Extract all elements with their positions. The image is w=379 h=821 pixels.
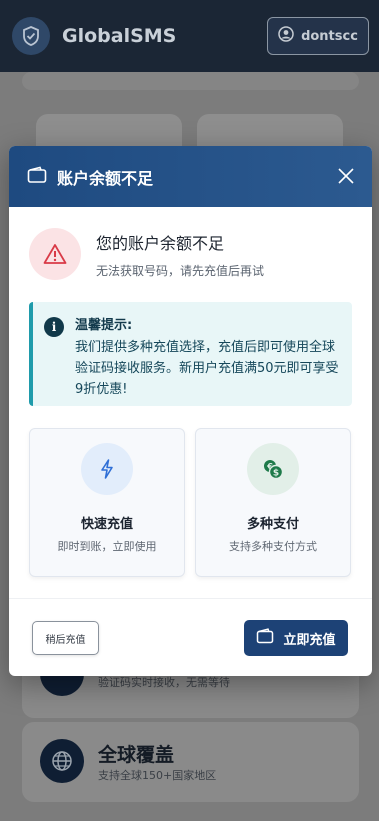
alert-title: 您的账户余额不足 [96, 233, 225, 253]
recharge-now-button[interactable]: 立即充值 [244, 620, 348, 656]
bg-feature-card-global: 全球覆盖 支持全球150+国家地区 [22, 722, 359, 802]
bg-feature-title: 全球覆盖 [98, 744, 175, 766]
user-menu-button[interactable]: dontscc [267, 17, 369, 55]
tip-body: 我们提供多种充值选择，充值后即可使用全球验证码接收服务。新用户充值满50元即可享… [75, 340, 339, 397]
user-circle-icon [278, 26, 294, 46]
feature-card-fast-recharge: 快速充值 即时到账，立即使用 [29, 428, 185, 577]
feature-subtitle: 支持多种支付方式 [229, 540, 317, 553]
feature-card-multi-payment: € $ 多种支付 支持多种支付方式 [195, 428, 351, 577]
globe-icon [40, 739, 84, 783]
lightning-icon [81, 443, 133, 495]
close-icon[interactable] [336, 166, 356, 186]
modal-title: 账户余额不足 [57, 168, 154, 188]
svg-text:$: $ [273, 469, 279, 479]
app-header: GlobalSMS dontscc [0, 0, 379, 72]
info-icon: i [44, 317, 64, 337]
tip-title: 温馨提示: [75, 318, 133, 333]
username: dontscc [301, 28, 358, 44]
brand-name: GlobalSMS [62, 25, 177, 47]
tip-box: i 温馨提示: 我们提供多种充值选择，充值后即可使用全球验证码接收服务。新用户充… [29, 302, 352, 406]
warning-triangle-icon [29, 228, 81, 280]
feature-title: 多种支付 [246, 517, 299, 532]
shield-check-icon [12, 17, 50, 55]
insufficient-balance-modal: 账户余额不足 您的账户余额不足 无法获取号码，请先充值后再试 i 温馨提示: 我… [9, 146, 372, 676]
recharge-now-label: 立即充值 [283, 632, 336, 648]
bg-feature-subtitle: 支持全球150+国家地区 [98, 769, 217, 782]
bg-card-top [22, 72, 359, 90]
alert-row: 您的账户余额不足 无法获取号码，请先充值后再试 [29, 228, 264, 280]
feature-subtitle: 即时到账，立即使用 [57, 540, 157, 553]
coins-icon: € $ [247, 443, 299, 495]
wallet-icon [27, 166, 47, 188]
modal-header: 账户余额不足 [9, 146, 372, 207]
wallet-icon [256, 628, 274, 648]
recharge-later-button[interactable]: 稍后充值 [32, 621, 99, 655]
alert-subtitle: 无法获取号码，请先充值后再试 [96, 263, 265, 278]
bg-feature-subtitle: 验证码实时接收，无需等待 [98, 676, 230, 689]
feature-title: 快速充值 [80, 517, 133, 532]
footer-divider [9, 598, 372, 599]
